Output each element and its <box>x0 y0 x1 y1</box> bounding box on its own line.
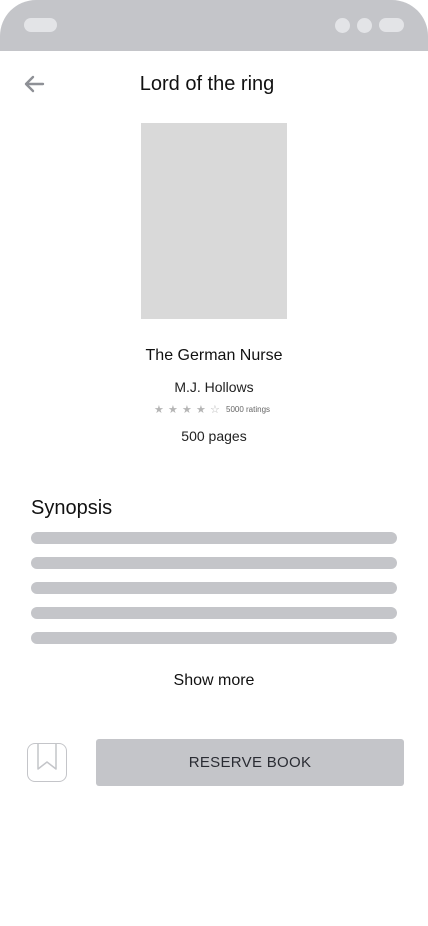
synopsis-text-placeholder <box>31 532 397 544</box>
synopsis-heading: Synopsis <box>31 497 113 519</box>
synopsis-text-placeholder <box>31 557 397 569</box>
book-cover-image <box>141 123 287 319</box>
status-bar-dot <box>335 18 350 33</box>
star-icon-empty: ☆ <box>210 404 220 416</box>
book-title: The German Nurse <box>145 347 283 364</box>
status-bar-pill-right <box>379 18 404 32</box>
rating-row: ★ ★ ★ ★ ☆ 5000 ratings <box>154 403 270 417</box>
synopsis-text-placeholder <box>31 632 397 644</box>
star-icon-filled: ★ <box>154 404 164 416</box>
rating-count: 5000 ratings <box>226 405 271 414</box>
book-author: M.J. Hollows <box>174 379 254 395</box>
status-bar <box>0 0 428 51</box>
star-icon-filled: ★ <box>196 404 206 416</box>
synopsis-text-placeholder <box>31 607 397 619</box>
status-bar-pill-left <box>24 18 57 32</box>
reserve-book-button[interactable]: RESERVE BOOK <box>96 739 404 786</box>
page-count: 500 pages <box>181 428 247 444</box>
show-more-link[interactable]: Show more <box>0 671 428 691</box>
page-title: Lord of the ring <box>139 73 275 95</box>
star-icon-filled: ★ <box>168 404 178 416</box>
bookmark-icon <box>37 744 57 770</box>
status-bar-dot <box>357 18 372 33</box>
synopsis-text-placeholder <box>31 582 397 594</box>
star-icon-filled: ★ <box>182 404 192 416</box>
bookmark-button[interactable] <box>27 743 67 782</box>
